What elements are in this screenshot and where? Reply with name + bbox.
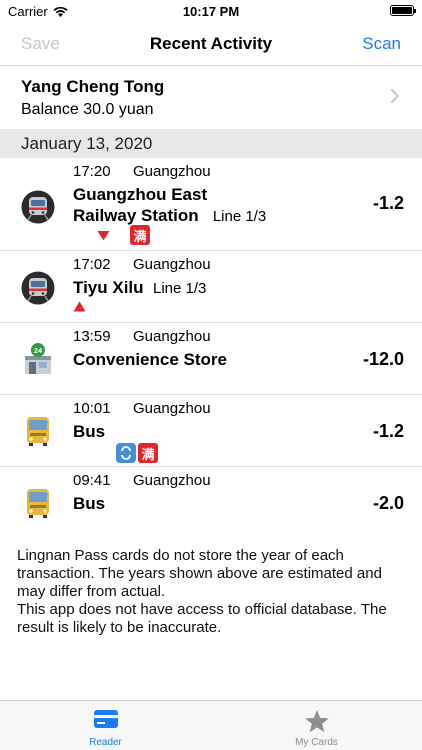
store-sign-text: 24	[34, 346, 43, 355]
status-bar: Carrier 10:17 PM	[0, 0, 422, 22]
transaction-place: Guangzhou East Railway Station Line 1/3	[73, 184, 266, 227]
tab-my-cards-label: My Cards	[295, 737, 338, 748]
transaction-amount: -1.2	[372, 193, 404, 213]
transaction-amount: -12.0	[362, 349, 404, 369]
transaction-time: 10:01	[73, 400, 111, 417]
tab-reader-label: Reader	[89, 737, 122, 748]
transfer-icon	[116, 443, 136, 463]
transaction-place: Tiyu Xilu Line 1/3	[73, 277, 206, 299]
transaction-time: 09:41	[73, 472, 111, 489]
bus-icon	[27, 489, 49, 518]
metro-line: Line 1/3	[212, 208, 267, 225]
date-section-header: January 13, 2020	[0, 129, 422, 158]
place-line-1: Guangzhou East	[73, 185, 208, 204]
full-fare-badge: 满	[130, 225, 150, 245]
transaction-place: Convenience Store	[73, 350, 227, 369]
transaction-flags: 满	[116, 443, 158, 463]
metro-line: Line 1/3	[153, 280, 207, 297]
card-name: Yang Cheng Tong	[21, 77, 165, 96]
transaction-time: 13:59	[73, 328, 111, 345]
transaction-amount: -2.0	[372, 493, 404, 513]
nav-bar: Save Recent Activity Scan	[0, 22, 422, 66]
tab-bar: Reader My Cards	[0, 700, 422, 750]
full-fare-badge: 满	[138, 443, 158, 463]
transaction-place: Bus	[73, 494, 106, 513]
transaction-city: Guangzhou	[133, 472, 211, 489]
transaction-city: Guangzhou	[133, 328, 211, 345]
transaction-city: Guangzhou	[133, 163, 211, 180]
transaction-row[interactable]: 17:20 Guangzhou Guangzhou East Railway S…	[0, 158, 422, 251]
card-balance: Balance 30.0 yuan	[21, 101, 154, 118]
entry-arrow-up-icon	[73, 301, 86, 312]
transaction-row[interactable]: 10:01 Guangzhou Bus -1.2 满	[0, 395, 422, 467]
transaction-place: Bus	[73, 422, 106, 441]
transaction-time: 17:20	[73, 163, 111, 180]
tab-reader[interactable]: Reader	[0, 701, 211, 750]
card-summary-row[interactable]: Yang Cheng Tong Balance 30.0 yuan	[0, 67, 422, 129]
disclaimer-accuracy: This app does not have access to officia…	[17, 601, 387, 636]
status-time: 10:17 PM	[182, 4, 240, 19]
transaction-row[interactable]: 17:02 Guangzhou Tiyu Xilu Line 1/3	[0, 251, 422, 323]
battery-icon	[390, 5, 416, 16]
screen: Carrier 10:17 PM Save Recent Activity Sc…	[0, 0, 422, 750]
convenience-store-icon: 24	[25, 343, 51, 374]
disclaimer-year: Lingnan Pass cards do not store the year…	[17, 547, 382, 600]
transaction-list: 17:20 Guangzhou Guangzhou East Railway S…	[0, 158, 422, 537]
metro-train-icon	[21, 190, 55, 224]
section-date: January 13, 2020	[21, 134, 153, 153]
transaction-flags	[73, 301, 86, 312]
chevron-right-icon	[391, 89, 399, 103]
star-icon	[304, 710, 329, 733]
card-reader-icon	[93, 710, 118, 728]
exit-arrow-down-icon	[97, 230, 110, 240]
tab-my-cards[interactable]: My Cards	[211, 701, 422, 750]
transaction-amount: -1.2	[372, 421, 404, 441]
transaction-time: 17:02	[73, 256, 111, 273]
scan-button[interactable]: Scan	[362, 34, 401, 54]
place-name: Tiyu Xilu	[73, 278, 144, 297]
page-title: Recent Activity	[149, 34, 273, 53]
transaction-row[interactable]: 24 13:59 Guangzhou Convenience Store -12…	[0, 323, 422, 395]
place-line-2: Railway Station	[73, 206, 199, 225]
metro-train-icon	[21, 271, 55, 305]
transaction-city: Guangzhou	[133, 400, 211, 417]
disclaimer-note: Lingnan Pass cards do not store the year…	[17, 547, 409, 637]
transaction-city: Guangzhou	[133, 256, 211, 273]
bus-icon	[27, 417, 49, 446]
transaction-row[interactable]: 09:41 Guangzhou Bus -2.0	[0, 467, 422, 537]
transaction-flags: 满	[97, 225, 150, 245]
